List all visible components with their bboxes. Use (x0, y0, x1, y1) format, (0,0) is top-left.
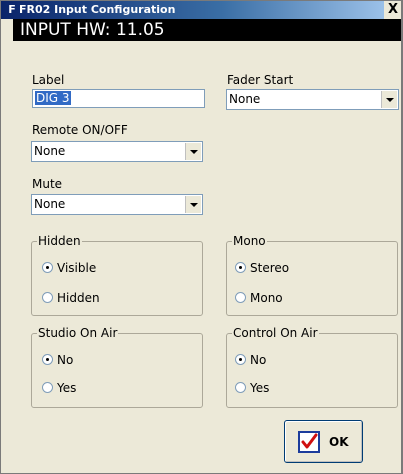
radio-dot-icon (235, 262, 246, 273)
mute-label: Mute (32, 177, 63, 191)
radio-visible-label: Visible (57, 261, 97, 275)
radio-dot-icon (42, 262, 53, 273)
close-button[interactable]: X (384, 1, 402, 19)
radio-dot-icon (235, 382, 246, 393)
fader-start-value: None (229, 92, 261, 106)
radio-control-yes-label: Yes (250, 381, 270, 395)
hidden-group-legend: Hidden (37, 234, 82, 248)
remote-label: Remote ON/OFF (32, 123, 128, 137)
radio-dot-icon (235, 292, 246, 303)
chevron-down-icon[interactable] (381, 91, 397, 108)
title-bar[interactable]: F FR02 Input Configuration X (1, 1, 402, 19)
radio-dot-icon (42, 354, 53, 365)
radio-studio-no-label: No (57, 353, 74, 367)
studio-on-air-group: Studio On Air No Yes (31, 326, 203, 408)
ok-button-label: OK (329, 435, 349, 449)
label-input-value: DIG 3 (35, 91, 71, 105)
radio-dot-icon (42, 292, 53, 303)
checkbox-check-icon (298, 431, 320, 453)
radio-mono-label: Mono (250, 291, 283, 305)
window-title: FR02 Input Configuration (19, 3, 176, 16)
radio-dot-icon (42, 382, 53, 393)
remote-select[interactable]: None (31, 141, 203, 162)
radio-dot-icon (235, 354, 246, 365)
label-input[interactable]: DIG 3 (32, 89, 205, 108)
label-field-label: Label (32, 73, 65, 87)
radio-stereo-label: Stereo (250, 261, 290, 275)
control-on-air-legend: Control On Air (232, 326, 319, 340)
remote-value: None (34, 144, 66, 158)
fader-start-select[interactable]: None (226, 89, 399, 110)
mono-group-legend: Mono (232, 234, 267, 248)
radio-studio-yes-label: Yes (57, 381, 77, 395)
control-on-air-group: Control On Air No Yes (226, 326, 398, 408)
studio-on-air-legend: Studio On Air (37, 326, 119, 340)
chevron-down-icon[interactable] (185, 196, 201, 213)
input-header-text: INPUT HW: 11.05 (20, 20, 165, 40)
input-header: INPUT HW: 11.05 (13, 19, 402, 41)
mono-group: Mono Stereo Mono (226, 234, 398, 316)
hidden-group: Hidden Visible Hidden (31, 234, 203, 316)
chevron-down-icon[interactable] (185, 143, 201, 160)
fader-start-label: Fader Start (227, 73, 294, 87)
app-icon: F (8, 3, 16, 16)
dialog-window: F FR02 Input Configuration X INPUT HW: 1… (0, 0, 403, 474)
radio-hidden-label: Hidden (57, 291, 100, 305)
mute-value: None (34, 197, 66, 211)
mute-select[interactable]: None (31, 194, 203, 215)
radio-control-no-label: No (250, 353, 267, 367)
ok-button[interactable]: OK (284, 420, 363, 463)
